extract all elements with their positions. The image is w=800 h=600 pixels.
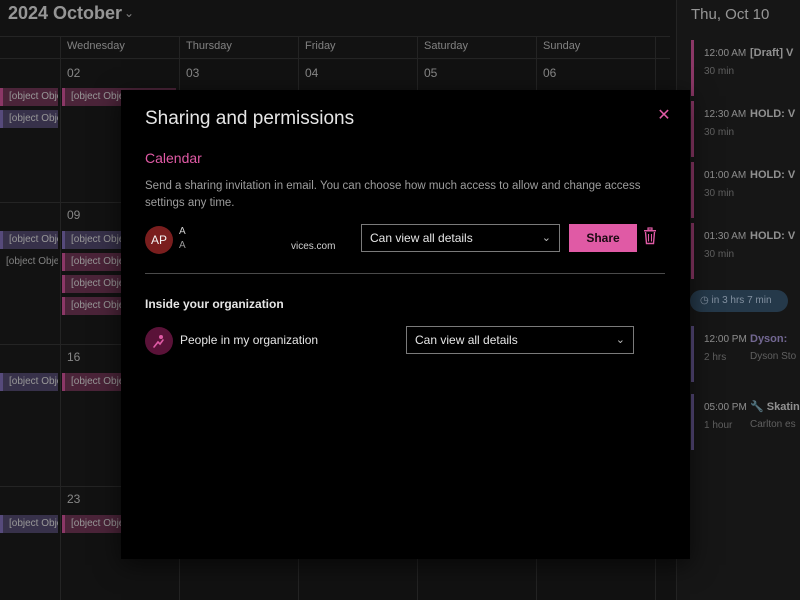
calendar-app: 2024 October ⌄ Wednesday Thursday Friday… <box>0 0 800 600</box>
section-divider <box>145 273 665 274</box>
sharing-description: Send a sharing invitation in email. You … <box>145 178 665 212</box>
person-email-domain: vices.com <box>291 241 335 252</box>
chevron-down-icon: ⌄ <box>616 327 625 353</box>
dialog-title: Sharing and permissions <box>145 108 354 130</box>
avatar: AP <box>145 226 173 254</box>
share-button[interactable]: Share <box>569 224 637 252</box>
trash-icon[interactable] <box>643 227 659 247</box>
chevron-down-icon: ⌄ <box>542 225 551 251</box>
person-permission-value: Can view all details <box>370 231 473 245</box>
sharing-permissions-dialog: Sharing and permissions ✕ Calendar Send … <box>121 90 690 559</box>
close-icon[interactable]: ✕ <box>656 108 672 124</box>
person-email: A <box>179 240 186 251</box>
org-label: People in my organization <box>180 333 318 347</box>
person-permission-dropdown[interactable]: Can view all details ⌄ <box>361 224 560 252</box>
org-permission-value: Can view all details <box>415 333 518 347</box>
person-name: A <box>179 226 186 237</box>
org-section-heading: Inside your organization <box>145 297 284 311</box>
org-permission-dropdown[interactable]: Can view all details ⌄ <box>406 326 634 354</box>
calendar-section-title: Calendar <box>145 150 202 166</box>
organization-icon <box>145 327 173 355</box>
